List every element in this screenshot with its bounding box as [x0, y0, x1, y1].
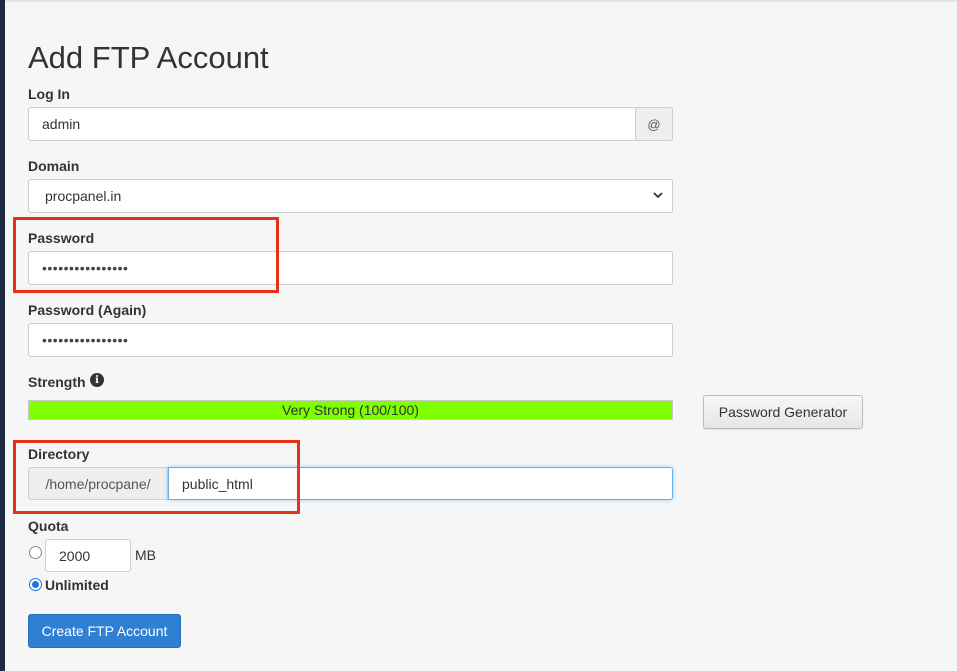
directory-highlight-box: [13, 440, 300, 514]
quota-label: Quota: [28, 518, 69, 534]
domain-select[interactable]: procpanel.in: [28, 179, 673, 213]
strength-label: Strength: [28, 374, 86, 390]
strength-meter-text: Very Strong (100/100): [282, 402, 419, 418]
create-ftp-account-button[interactable]: Create FTP Account: [28, 614, 181, 648]
password-again-input[interactable]: ••••••••••••••••: [28, 323, 673, 357]
password-highlight-box: [13, 217, 279, 293]
quota-unlimited-radio[interactable]: [29, 578, 42, 591]
quota-unlimited-label[interactable]: Unlimited: [45, 577, 109, 593]
login-input[interactable]: admin: [28, 107, 636, 141]
quota-value: 2000: [59, 547, 91, 564]
left-sidebar-strip: [0, 0, 5, 671]
password-again-label: Password (Again): [28, 302, 147, 318]
strength-meter: Very Strong (100/100): [28, 400, 673, 420]
top-divider: [5, 0, 957, 2]
create-ftp-account-label: Create FTP Account: [41, 623, 168, 639]
quota-limited-radio[interactable]: [29, 546, 42, 559]
page-title: Add FTP Account: [28, 40, 269, 75]
domain-label: Domain: [28, 158, 80, 174]
quota-value-input[interactable]: 2000: [45, 539, 131, 572]
domain-selected-value: procpanel.in: [45, 188, 122, 204]
login-at-addon: @: [635, 107, 673, 141]
password-again-masked-value: ••••••••••••••••: [42, 332, 129, 348]
password-generator-label: Password Generator: [718, 404, 848, 420]
password-generator-button[interactable]: Password Generator: [703, 395, 863, 429]
quota-unit: MB: [135, 547, 156, 563]
login-label: Log In: [28, 86, 70, 102]
chevron-down-icon: [653, 192, 663, 199]
login-input-value: admin: [42, 116, 81, 132]
info-icon[interactable]: i: [90, 373, 104, 387]
